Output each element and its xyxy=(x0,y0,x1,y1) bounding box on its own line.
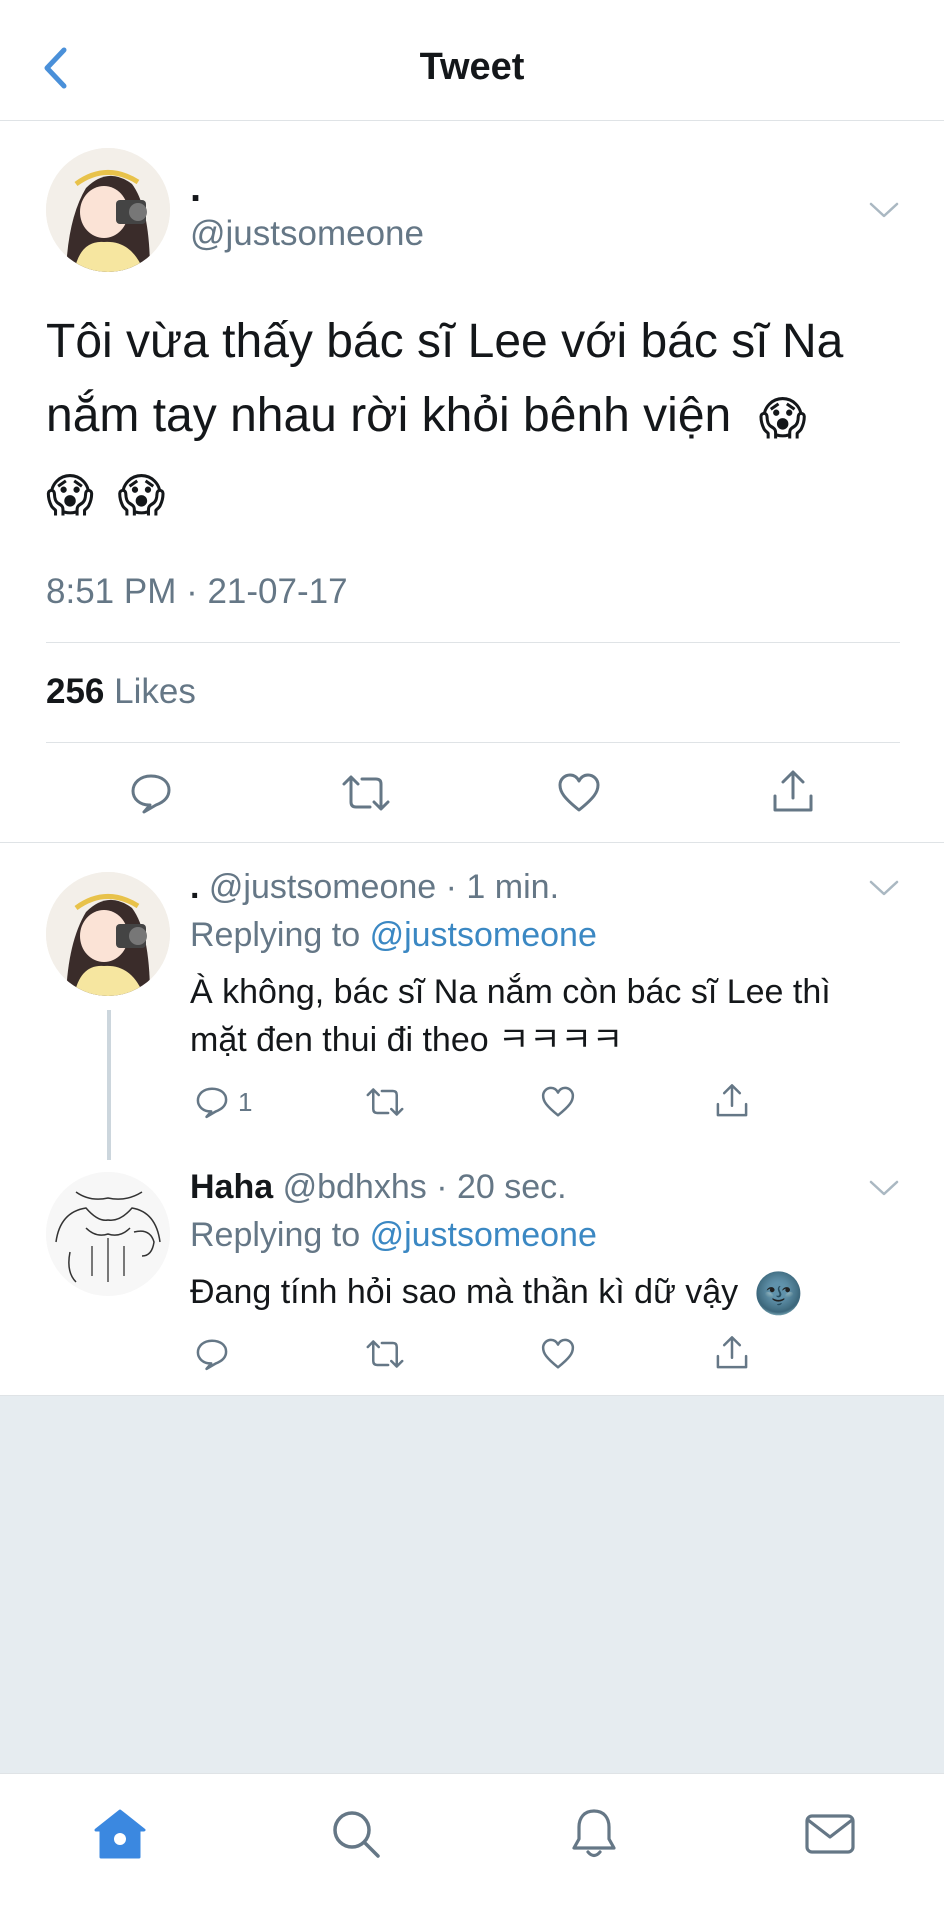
reply-button[interactable] xyxy=(128,770,174,816)
author-handle: @justsomeone xyxy=(190,214,424,253)
reply-text-line: À không, bác sĩ Na nắm còn bác sĩ Lee th… xyxy=(190,973,831,1011)
divider xyxy=(0,842,944,843)
screaming-face-emoji: 😱 xyxy=(758,392,807,445)
reply-author-handle: @bdhxhs xyxy=(282,1168,427,1206)
likes-count: 256 xyxy=(46,672,105,711)
bottom-tab-bar xyxy=(0,1773,944,1921)
likes-label: Likes xyxy=(114,672,196,711)
reply-text: Đang tính hỏi sao mà thần kì dữ vậy 🌚 xyxy=(190,1268,803,1318)
retweet-icon xyxy=(342,775,390,811)
replying-to: Replying to @justsomeone xyxy=(190,1216,597,1255)
thread-connector-line xyxy=(107,1010,111,1160)
like-icon xyxy=(558,773,600,812)
share-button[interactable] xyxy=(714,1334,750,1372)
replying-to: Replying to @justsomeone xyxy=(190,916,597,955)
reply-button[interactable] xyxy=(194,1336,230,1372)
share-icon xyxy=(716,1084,748,1117)
retweet-button[interactable] xyxy=(364,1336,406,1372)
replying-to-link[interactable]: @justsomeone xyxy=(370,916,597,954)
empty-background xyxy=(0,1396,944,1773)
messages-icon xyxy=(805,1814,855,1854)
reply-count: 1 xyxy=(238,1086,253,1117)
author-name: . xyxy=(190,166,202,210)
separator-dot: · xyxy=(426,1168,457,1206)
reply-author-handle: @justsomeone xyxy=(208,868,437,906)
reply-button[interactable]: 1 xyxy=(194,1084,252,1120)
home-icon xyxy=(94,1809,146,1859)
reply-header: Haha @bdhxhs · 20 sec. xyxy=(190,1168,567,1207)
share-icon xyxy=(716,1336,748,1369)
retweet-icon xyxy=(366,1340,404,1368)
reply-author-name: Haha xyxy=(190,1168,274,1206)
caret-down-icon xyxy=(869,202,899,218)
reply-options-button[interactable] xyxy=(866,874,902,902)
replying-to-link[interactable]: @justsomeone xyxy=(370,1216,597,1254)
like-button[interactable] xyxy=(540,1336,576,1372)
search-icon xyxy=(333,1811,380,1858)
new-moon-face-emoji: 🌚 xyxy=(753,1272,804,1317)
reply-avatar[interactable] xyxy=(46,1172,170,1296)
replying-prefix: Replying to xyxy=(190,1216,361,1254)
screaming-face-emoji: 😱 xyxy=(46,468,94,521)
like-button[interactable] xyxy=(540,1084,576,1120)
screaming-face-emoji: 😱 xyxy=(117,468,166,521)
caret-down-icon xyxy=(869,880,899,896)
tab-home[interactable] xyxy=(90,1804,150,1864)
reply-author-name: . xyxy=(190,868,200,906)
reply-time: 20 sec. xyxy=(456,1168,567,1206)
tweet-text: Tôi vừa thấy bác sĩ Lee với bác sĩ Na nắ… xyxy=(46,305,866,532)
reply-text: À không, bác sĩ Na nắm còn bác sĩ Lee th… xyxy=(190,968,831,1064)
like-icon xyxy=(541,1338,575,1369)
retweet-button[interactable] xyxy=(364,1084,406,1120)
like-icon xyxy=(541,1086,575,1117)
retweet-icon xyxy=(366,1088,404,1116)
replying-prefix: Replying to xyxy=(190,916,361,954)
reply-text-line: Đang tính hỏi sao mà thần kì dữ vậy xyxy=(190,1273,739,1311)
tweet-timestamp: 8:51 PM · 21-07-17 xyxy=(46,572,348,611)
separator-dot: · xyxy=(436,868,467,906)
reply-icon xyxy=(131,774,171,814)
divider xyxy=(46,742,900,743)
reply-time: 1 min. xyxy=(466,868,560,906)
reply-header: . @justsomeone · 1 min. xyxy=(190,868,559,907)
likes-summary[interactable]: 256 Likes xyxy=(46,672,196,712)
divider xyxy=(46,642,900,643)
notifications-icon xyxy=(572,1809,616,1858)
tab-notifications[interactable] xyxy=(564,1804,624,1864)
tab-search[interactable] xyxy=(326,1804,386,1864)
share-button[interactable] xyxy=(714,1082,750,1120)
retweet-button[interactable] xyxy=(340,770,392,816)
page-title: Tweet xyxy=(419,46,525,88)
tweet-text-body: Tôi vừa thấy bác sĩ Lee với bác sĩ Na nắ… xyxy=(46,315,844,442)
share-button[interactable] xyxy=(770,768,816,816)
tab-messages[interactable] xyxy=(800,1804,860,1864)
reply-icon xyxy=(196,1087,228,1119)
reply-icon xyxy=(196,1339,228,1371)
reply-text-line: mặt đen thui đi theo ㅋㅋㅋㅋ xyxy=(190,1021,624,1059)
like-button[interactable] xyxy=(556,770,602,816)
share-icon xyxy=(773,770,813,812)
reply-avatar[interactable] xyxy=(46,872,170,996)
caret-down-icon xyxy=(869,1180,899,1196)
reply-options-button[interactable] xyxy=(866,1174,902,1202)
author-avatar[interactable] xyxy=(46,148,170,272)
top-nav-bar: Tweet xyxy=(0,0,944,121)
tweet-options-button[interactable] xyxy=(866,196,902,224)
